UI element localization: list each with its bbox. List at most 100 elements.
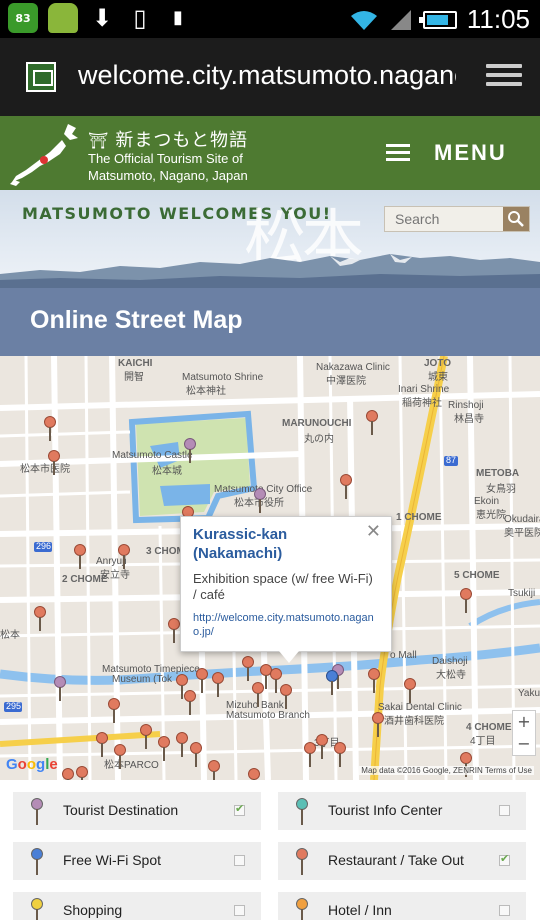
- legend-label: Tourist Destination: [63, 802, 179, 818]
- url-field[interactable]: welcome.city.matsumoto.nagano.jp: [78, 60, 456, 91]
- map-pin[interactable]: [158, 736, 170, 762]
- zoom-in-button[interactable]: +: [513, 711, 535, 733]
- popup-title[interactable]: Kurassic-kan (Nakamachi): [193, 525, 379, 563]
- pin-icon: [31, 798, 43, 826]
- map-pin[interactable]: [190, 742, 202, 768]
- map-pin[interactable]: [118, 544, 130, 570]
- map-pin[interactable]: [366, 410, 378, 436]
- map-pin[interactable]: [404, 678, 416, 704]
- page-title-bar: Online Street Map: [0, 288, 540, 356]
- map-label-castle: Matsumoto Castle: [112, 450, 193, 461]
- map-label-metoba-jp: 女鳥羽: [486, 484, 516, 495]
- legend-checkbox[interactable]: [499, 905, 510, 916]
- map-pin[interactable]: [254, 488, 266, 514]
- map-pin[interactable]: [340, 474, 352, 500]
- map-pin[interactable]: [460, 588, 472, 614]
- legend-label: Tourist Info Center: [328, 802, 443, 818]
- map-pin[interactable]: [368, 668, 380, 694]
- map-pin[interactable]: [316, 734, 328, 760]
- mountains-illustration: [0, 254, 540, 288]
- search-button[interactable]: [503, 207, 529, 231]
- site-logo[interactable]: ⛩ 新まつもと物語: [88, 126, 248, 152]
- map-label-2-chome: 2 CHOME: [62, 574, 108, 585]
- map-label-marunouchi-jp: 丸の内: [304, 434, 334, 445]
- popup-link[interactable]: http://welcome.city.matsumoto.nagano.jp/: [193, 611, 379, 639]
- map-pin[interactable]: [334, 742, 346, 768]
- phone-icon: ▯: [133, 4, 147, 32]
- map-pin[interactable]: [62, 768, 74, 780]
- street-map[interactable]: KAICHI 開智 Matsumoto Shrine 松本神社 Nakazawa…: [0, 356, 540, 780]
- wifi-icon: [350, 10, 377, 30]
- map-pin[interactable]: [54, 676, 66, 702]
- legend-checkbox[interactable]: [234, 905, 245, 916]
- search-input[interactable]: [385, 207, 505, 231]
- zoom-out-button[interactable]: −: [513, 733, 535, 755]
- map-label-mall: o Mall: [390, 650, 417, 661]
- close-icon[interactable]: ✕: [366, 521, 381, 542]
- map-pin[interactable]: [184, 690, 196, 716]
- legend-item-hotel[interactable]: Hotel / Inn: [278, 892, 526, 920]
- map-pin[interactable]: [212, 672, 224, 698]
- android-icon: [48, 3, 78, 33]
- map-legend: Tourist Destination Tourist Info Center …: [0, 780, 540, 920]
- map-info-popup: ✕ Kurassic-kan (Nakamachi) Exhibition sp…: [180, 516, 392, 663]
- route-296: 296: [36, 541, 52, 551]
- map-label-1-chome: 1 CHOME: [396, 512, 442, 523]
- map-pin[interactable]: [242, 656, 254, 682]
- route-295: 295: [6, 701, 22, 711]
- site-tagline: The Official Tourism Site of Matsumoto, …: [88, 151, 248, 183]
- search-box: [384, 206, 530, 232]
- map-pin[interactable]: [372, 712, 384, 738]
- tabs-icon[interactable]: [486, 64, 522, 92]
- map-label-inari-jp: 稲荷神社: [402, 398, 442, 409]
- map-pin[interactable]: [114, 744, 126, 770]
- map-pin[interactable]: [96, 732, 108, 758]
- legend-label: Hotel / Inn: [328, 902, 392, 918]
- menu-label: MENU: [434, 140, 507, 165]
- map-attribution[interactable]: Map data ©2016 Google, ZENRIN Terms of U…: [359, 766, 534, 775]
- legend-label: Shopping: [63, 902, 123, 918]
- legend-item-wifi[interactable]: Free Wi-Fi Spot: [13, 842, 261, 880]
- route-87: 87: [446, 455, 457, 465]
- map-pin[interactable]: [168, 618, 180, 644]
- map-label-kaichi-jp: 開智: [124, 372, 144, 383]
- hero-banner: MATSUMOTO WELCOMES YOU! 松本: [0, 190, 540, 288]
- map-label-joto-jp: 城東: [428, 372, 448, 383]
- map-pin[interactable]: [34, 606, 46, 632]
- menu-button[interactable]: MENU: [386, 140, 507, 166]
- legend-checkbox[interactable]: [499, 852, 510, 866]
- status-bar: 83 ⬇ ▯ ▮ 11:05: [0, 0, 540, 38]
- pin-icon: [31, 898, 43, 920]
- map-pin[interactable]: [196, 668, 208, 694]
- legend-checkbox[interactable]: [499, 805, 510, 816]
- map-pin[interactable]: [48, 450, 60, 476]
- map-pin[interactable]: [74, 544, 86, 570]
- map-label-marunouchi: MARUNOUCHI: [282, 418, 352, 429]
- map-pin[interactable]: [304, 742, 316, 768]
- map-pin-wifi[interactable]: [326, 670, 338, 696]
- map-pin[interactable]: [208, 760, 220, 780]
- legend-checkbox[interactable]: [234, 802, 245, 816]
- map-pin[interactable]: [76, 766, 88, 780]
- legend-item-restaurant[interactable]: Restaurant / Take Out: [278, 842, 526, 880]
- map-label-hospital: 松本市医院: [20, 464, 70, 475]
- map-pin[interactable]: [176, 732, 188, 758]
- download-icon: ⬇: [91, 4, 113, 32]
- legend-label: Free Wi-Fi Spot: [63, 852, 162, 868]
- map-label-parco: 松本PARCO: [104, 760, 159, 771]
- pin-icon: [296, 848, 308, 876]
- legend-item-tourist-destination[interactable]: Tourist Destination: [13, 792, 261, 830]
- map-pin[interactable]: [184, 438, 196, 464]
- legend-item-tourist-info[interactable]: Tourist Info Center: [278, 792, 526, 830]
- map-pin[interactable]: [280, 684, 292, 710]
- map-label-sakai-jp: 酒井歯科医院: [384, 716, 444, 727]
- map-label-metoba: METOBA: [476, 468, 520, 479]
- map-pin[interactable]: [252, 682, 264, 708]
- map-pin[interactable]: [140, 724, 152, 750]
- map-pin[interactable]: [44, 416, 56, 442]
- zoom-control: + −: [512, 710, 536, 756]
- map-pin[interactable]: [248, 768, 260, 780]
- legend-checkbox[interactable]: [234, 855, 245, 866]
- map-pin[interactable]: [108, 698, 120, 724]
- legend-item-shopping[interactable]: Shopping: [13, 892, 261, 920]
